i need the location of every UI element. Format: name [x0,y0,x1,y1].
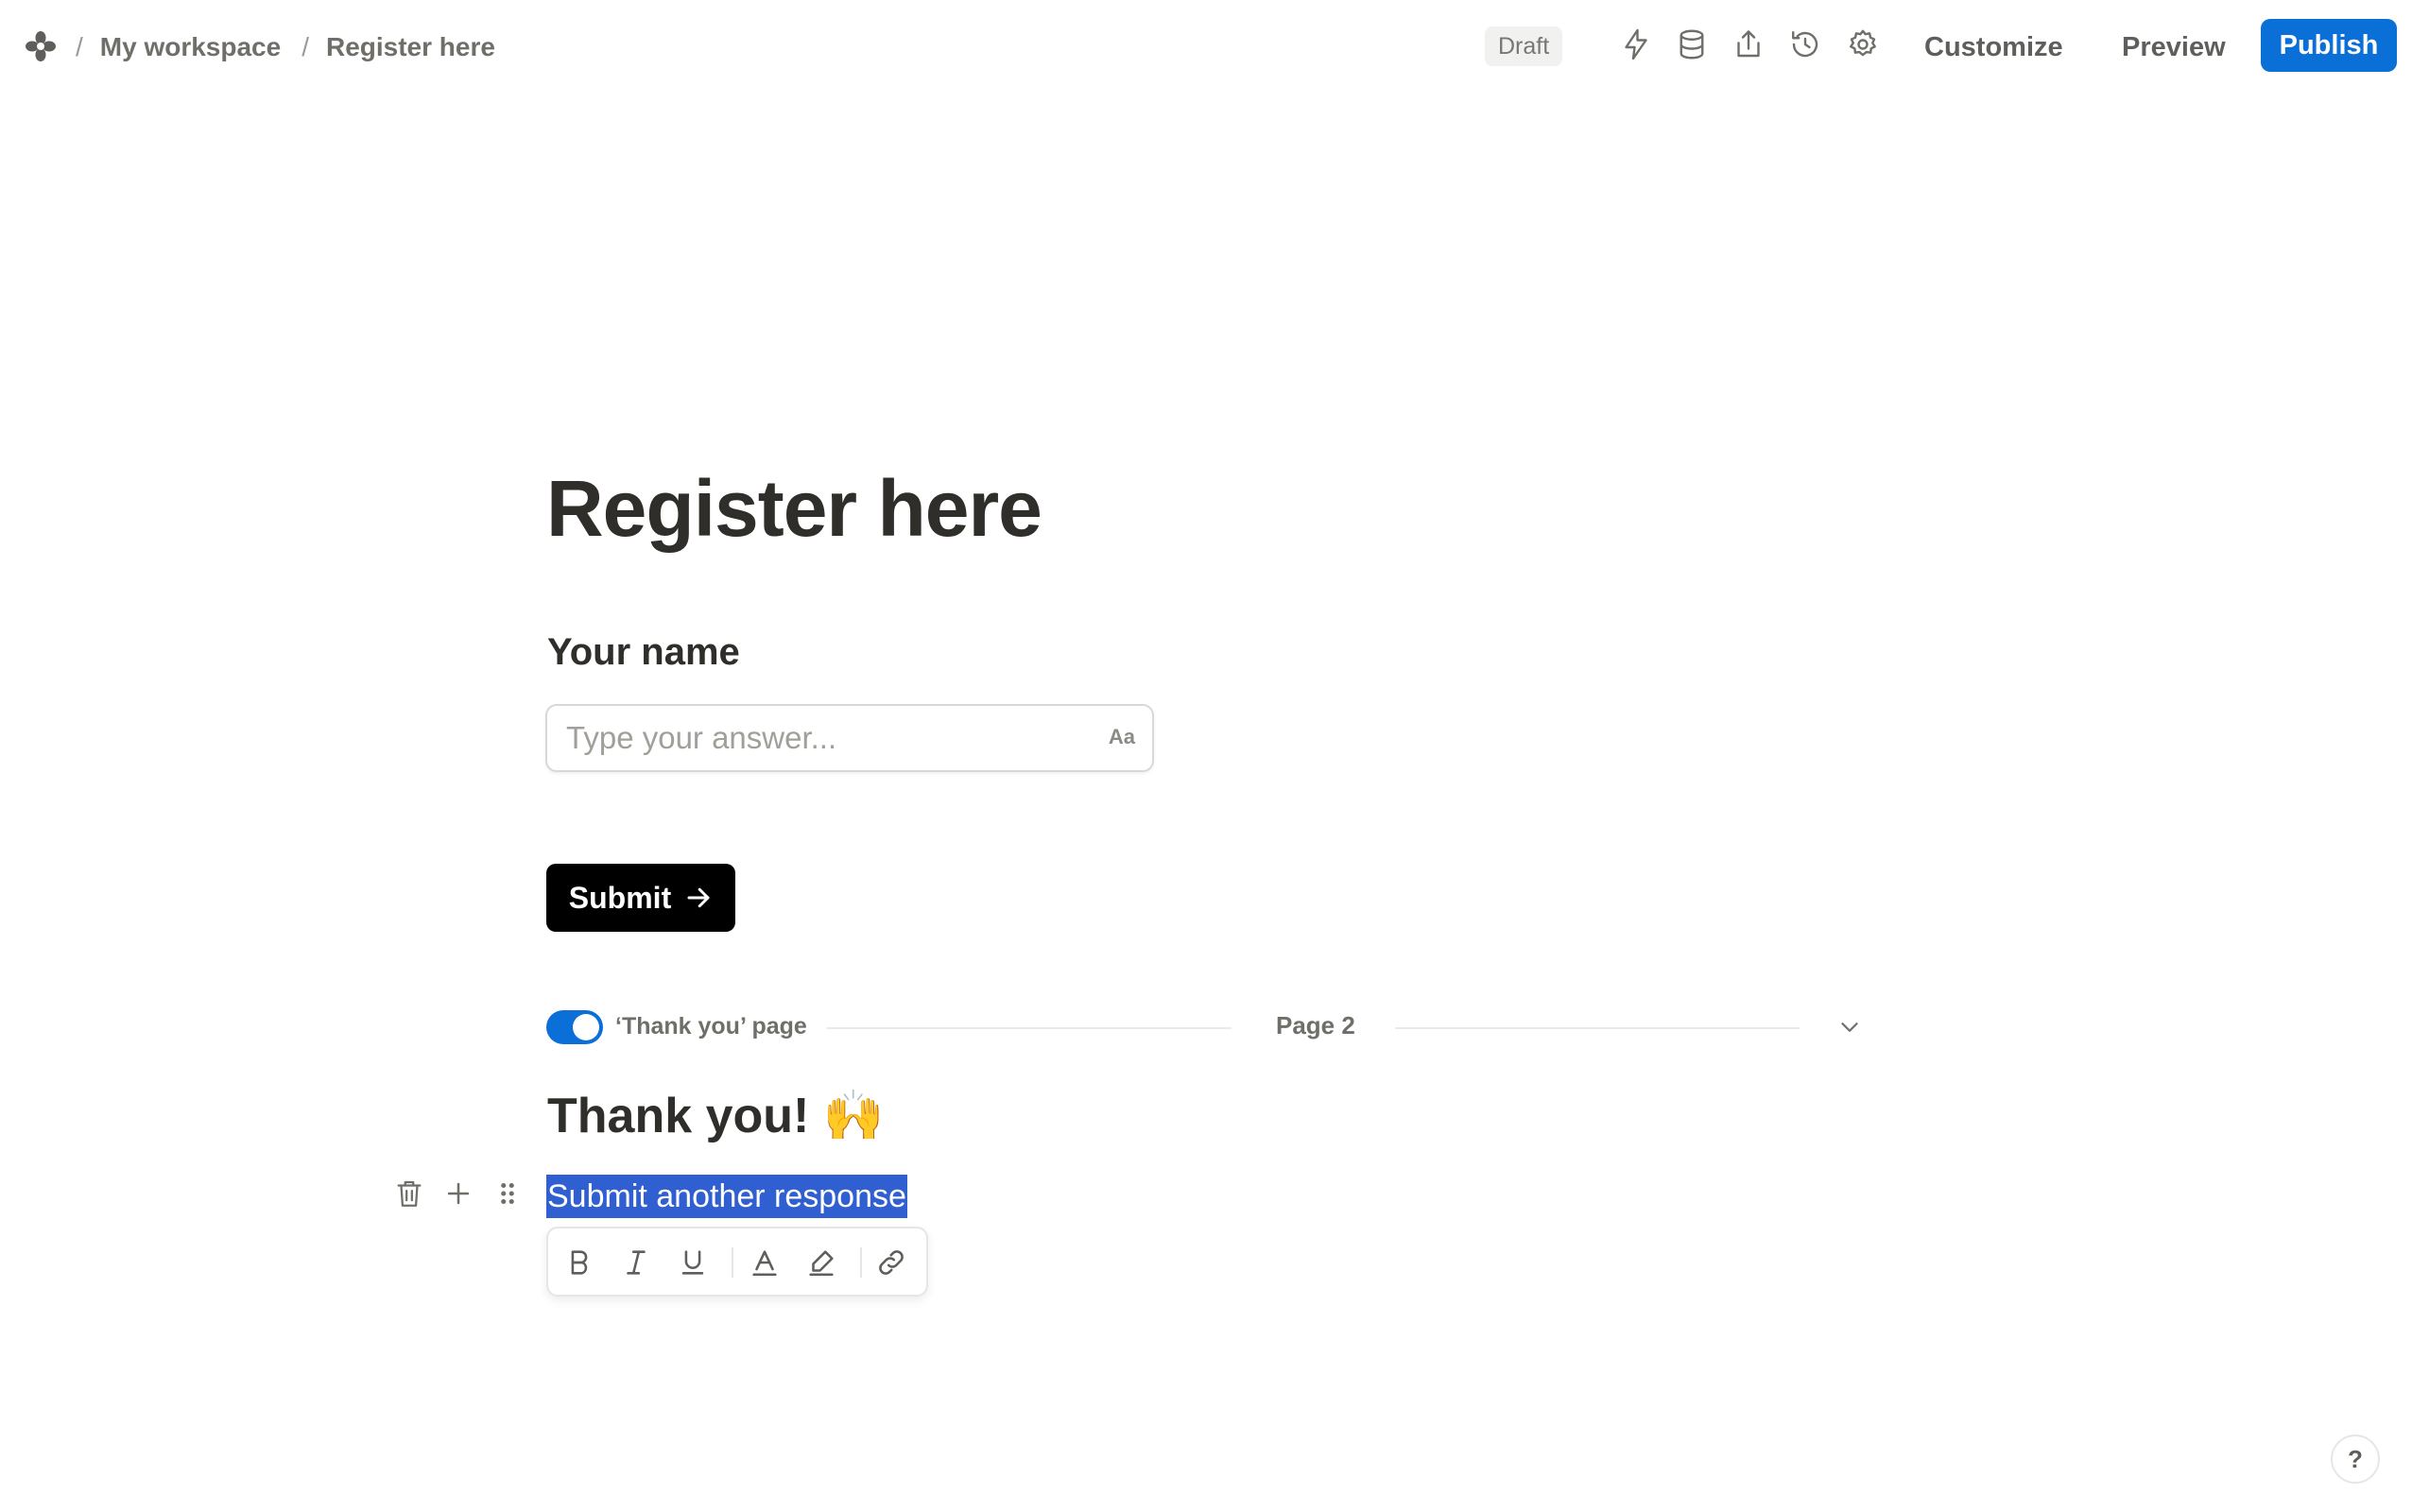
divider-line [1395,1027,1800,1029]
publish-button[interactable]: Publish [2261,19,2397,72]
toolbar-divider [860,1247,862,1278]
question-label[interactable]: Your name [547,631,740,674]
lightning-icon[interactable] [1619,27,1653,61]
workspace-logo-icon[interactable] [25,30,57,62]
answer-input[interactable] [566,715,1095,761]
link-icon[interactable] [875,1246,907,1279]
italic-icon[interactable] [620,1246,652,1279]
breadcrumb-separator: / [302,32,309,61]
text-color-icon[interactable] [749,1246,781,1279]
history-icon[interactable] [1788,27,1822,61]
trash-icon[interactable] [393,1177,425,1211]
submit-label: Submit [568,880,672,915]
submit-button[interactable]: Submit [546,864,735,932]
breadcrumb-separator: / [76,32,83,61]
toolbar-divider [732,1247,733,1278]
plus-icon[interactable] [442,1177,474,1211]
breadcrumb-workspace[interactable]: My workspace [100,32,281,62]
database-icon[interactable] [1675,27,1709,61]
chevron-down-icon[interactable] [1835,1013,1864,1041]
top-bar: / My workspace / Register here Draft Cus… [0,0,2412,91]
drag-handle-icon[interactable] [491,1177,524,1211]
help-button[interactable]: ? [2331,1435,2380,1484]
thank-you-page-label: ‘Thank you’ page [615,1013,807,1040]
toggle-knob [573,1014,599,1040]
breadcrumb: / My workspace / Register here [72,28,495,66]
page-number-label: Page 2 [1276,1011,1355,1040]
gear-icon[interactable] [1846,27,1880,61]
divider-line [827,1027,1232,1029]
submit-another-response-text[interactable]: Submit another response [546,1175,907,1218]
thank-you-page-toggle[interactable] [546,1010,603,1044]
thank-you-heading[interactable]: Thank you! 🙌 [547,1087,885,1144]
form-title[interactable]: Register here [546,463,1042,555]
highlight-icon[interactable] [805,1246,837,1279]
answer-field[interactable]: Aa [545,704,1154,772]
customize-button[interactable]: Customize [1924,28,2063,66]
text-type-icon: Aa [1108,725,1135,748]
preview-button[interactable]: Preview [2122,28,2226,66]
bold-icon[interactable] [563,1246,595,1279]
format-toolbar [546,1227,928,1297]
breadcrumb-form[interactable]: Register here [326,32,495,62]
share-icon[interactable] [1731,27,1766,61]
arrow-right-icon [684,884,713,912]
status-badge: Draft [1485,26,1563,66]
underline-icon[interactable] [677,1246,709,1279]
